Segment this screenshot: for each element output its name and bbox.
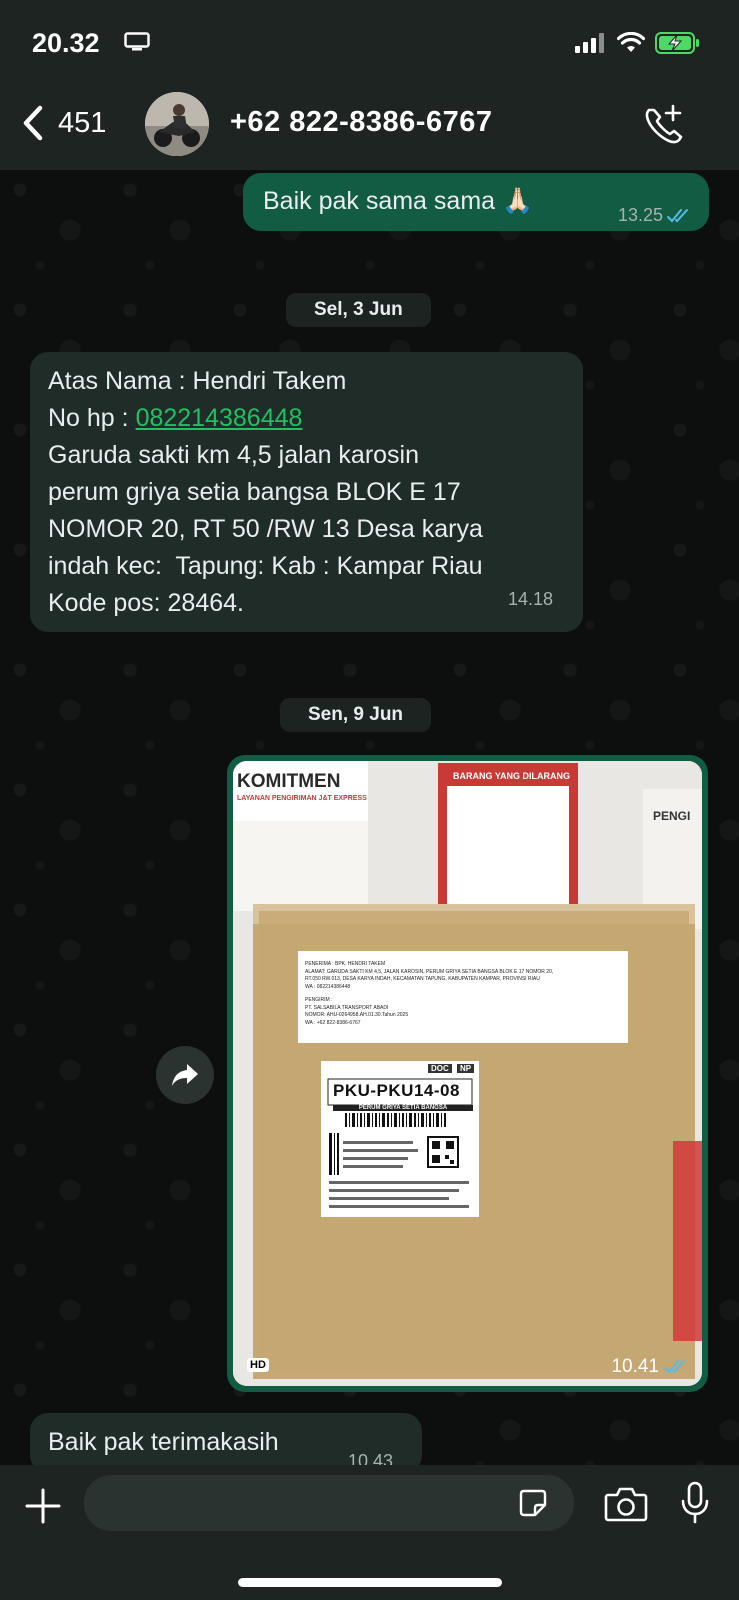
avatar-photo [145, 92, 209, 156]
forward-button[interactable] [156, 1046, 214, 1104]
camera-icon[interactable] [604, 1485, 648, 1523]
message-line: No hp : 082214386448 [48, 400, 483, 437]
message-line: Kode pos: 28464. [48, 589, 244, 617]
date-separator: Sen, 9 Jun [280, 698, 432, 732]
forward-icon [172, 1064, 198, 1086]
message-bubble-outgoing[interactable]: Baik pak sama sama 🙏🏻 13.25 [243, 173, 709, 231]
label-route-code: PKU-PKU14-08 [333, 1081, 460, 1100]
status-bar: 20.32 [0, 0, 739, 80]
message-time: 14.18 [507, 589, 553, 609]
label-address-line: RT.050 RW.013, DESA KARYA INDAH, KECAMAT… [305, 976, 540, 982]
photo-scene [233, 761, 702, 1386]
status-icons [575, 32, 701, 54]
double-check-icon [664, 1360, 685, 1374]
label-sender: PT. SALSABILA TRANSPORT ABADI [305, 1004, 389, 1011]
message-bubble-incoming[interactable]: Baik pak terimakasih 10.43 [30, 1413, 422, 1473]
label-sender-wa: WA : +62 822-8386-6767 [305, 1019, 361, 1026]
unread-count: 451 [58, 106, 107, 139]
signal-icon [575, 33, 604, 53]
label-route-sub: PERUM GRIYA SETIA BANGSA [333, 1105, 473, 1111]
phone-number-link[interactable]: 082214386448 [136, 404, 303, 432]
package-photo[interactable]: KOMITMEN LAYANAN PENGIRIMAN J&T EXPRESS … [233, 761, 702, 1386]
label-sender-nomor: NOMOR: AHU-0264958.AH.01.30.Tahun 2025 [305, 1012, 409, 1018]
poster-banner-sub: LAYANAN PENGIRIMAN J&T EXPRESS [237, 795, 367, 802]
sticker-icon[interactable] [518, 1488, 548, 1518]
contact-name[interactable]: +62 822-8386-6767 [230, 106, 492, 139]
message-text: Baik pak terimakasih [48, 1428, 279, 1456]
poster-banner: KOMITMEN [237, 771, 341, 792]
hd-badge: HD [247, 1358, 269, 1372]
double-check-icon [667, 208, 688, 222]
home-indicator[interactable] [238, 1578, 502, 1587]
message-text: Atas Nama : Hendri Takem No hp : 0822143… [48, 363, 483, 622]
poster-title: BARANG YANG DILARANG [453, 771, 571, 781]
battery-charging-icon [655, 32, 699, 54]
message-time: 10.41 [611, 1356, 659, 1377]
contact-avatar[interactable] [145, 92, 209, 156]
label-address-line: ALAMAT: GARUDA SAKTI KM 4,5, JALAN KAROS… [305, 968, 554, 975]
status-time: 20.32 [32, 28, 100, 58]
mic-icon[interactable] [680, 1481, 710, 1525]
message-line-label: No hp : [48, 404, 136, 432]
chevron-left-icon [23, 105, 43, 141]
wifi-icon [617, 32, 645, 52]
composer-bar [0, 1465, 739, 1600]
message-text: Baik pak sama sama 🙏🏻 [263, 187, 534, 215]
label-np: NP [457, 1064, 475, 1073]
add-call-icon[interactable] [640, 102, 688, 150]
monitor-icon [124, 32, 150, 51]
label-doc: DOC [428, 1064, 452, 1073]
message-meta: 10.41 [611, 1356, 690, 1378]
label-recipient-wa: WA : 082214386448 [305, 983, 351, 990]
label-sender-heading: PENGIRIM : [305, 997, 333, 1003]
date-separator: Sel, 3 Jun [286, 293, 431, 327]
back-button[interactable]: 451 [22, 105, 106, 141]
message-bubble-incoming[interactable]: Atas Nama : Hendri Takem No hp : 0822143… [30, 352, 583, 632]
message-line: Garuda sakti km 4,5 jalan karosin [48, 441, 420, 469]
message-input[interactable] [84, 1475, 574, 1531]
poster-right-title: PENGI [653, 809, 691, 823]
message-line: indah kec: Tapung: Kab : Kampar Riau [48, 552, 483, 580]
label-recipient: PENERIMA : BPK. HENDRI TAKEM [305, 961, 386, 967]
plus-icon[interactable] [24, 1487, 62, 1525]
message-line: NOMOR 20, RT 50 /RW 13 Desa karya [48, 515, 483, 543]
shipping-label: PENERIMA : BPK. HENDRI TAKEM ALAMAT: GAR… [305, 961, 625, 1027]
message-line: Atas Nama : Hendri Takem [48, 367, 347, 395]
message-line: perum griya setia bangsa BLOK E 17 [48, 478, 461, 506]
message-meta: 13.25 [618, 197, 693, 234]
chat-header: 451 +62 822-8386-6767 [0, 80, 739, 170]
message-time: 13.25 [617, 205, 663, 225]
message-bubble-image[interactable]: KOMITMEN LAYANAN PENGIRIMAN J&T EXPRESS … [227, 755, 708, 1392]
